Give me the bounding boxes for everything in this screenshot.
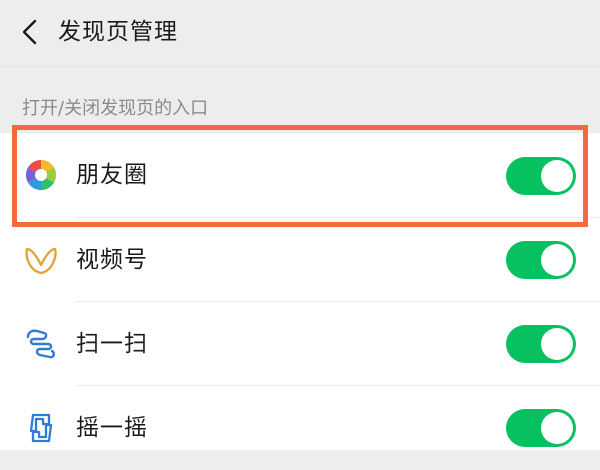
section-label: 打开/关闭发现页的入口 <box>22 98 209 119</box>
nav-header: 发现页管理 <box>0 0 600 66</box>
list-item-scan: 扫一扫 <box>0 302 600 386</box>
toggle-knob <box>541 328 573 360</box>
highlight-box <box>12 125 588 227</box>
list-item-label: 视频号 <box>76 247 148 273</box>
scan-icon <box>26 329 55 359</box>
channels-toggle[interactable] <box>506 241 576 279</box>
list-item-label: 摇一摇 <box>76 415 148 441</box>
shake-icon <box>29 413 53 443</box>
chevron-left-icon[interactable] <box>18 18 42 46</box>
list-item-label: 扫一扫 <box>76 331 148 357</box>
channels-butterfly-icon <box>25 247 57 275</box>
toggle-knob <box>541 244 573 276</box>
scan-toggle[interactable] <box>506 325 576 363</box>
list-item-shake: 摇一摇 <box>0 386 600 470</box>
toggle-knob <box>541 412 573 444</box>
page-title: 发现页管理 <box>58 19 178 45</box>
list-item-channels: 视频号 <box>0 218 600 302</box>
shake-toggle[interactable] <box>506 409 576 447</box>
header-divider <box>0 66 600 67</box>
